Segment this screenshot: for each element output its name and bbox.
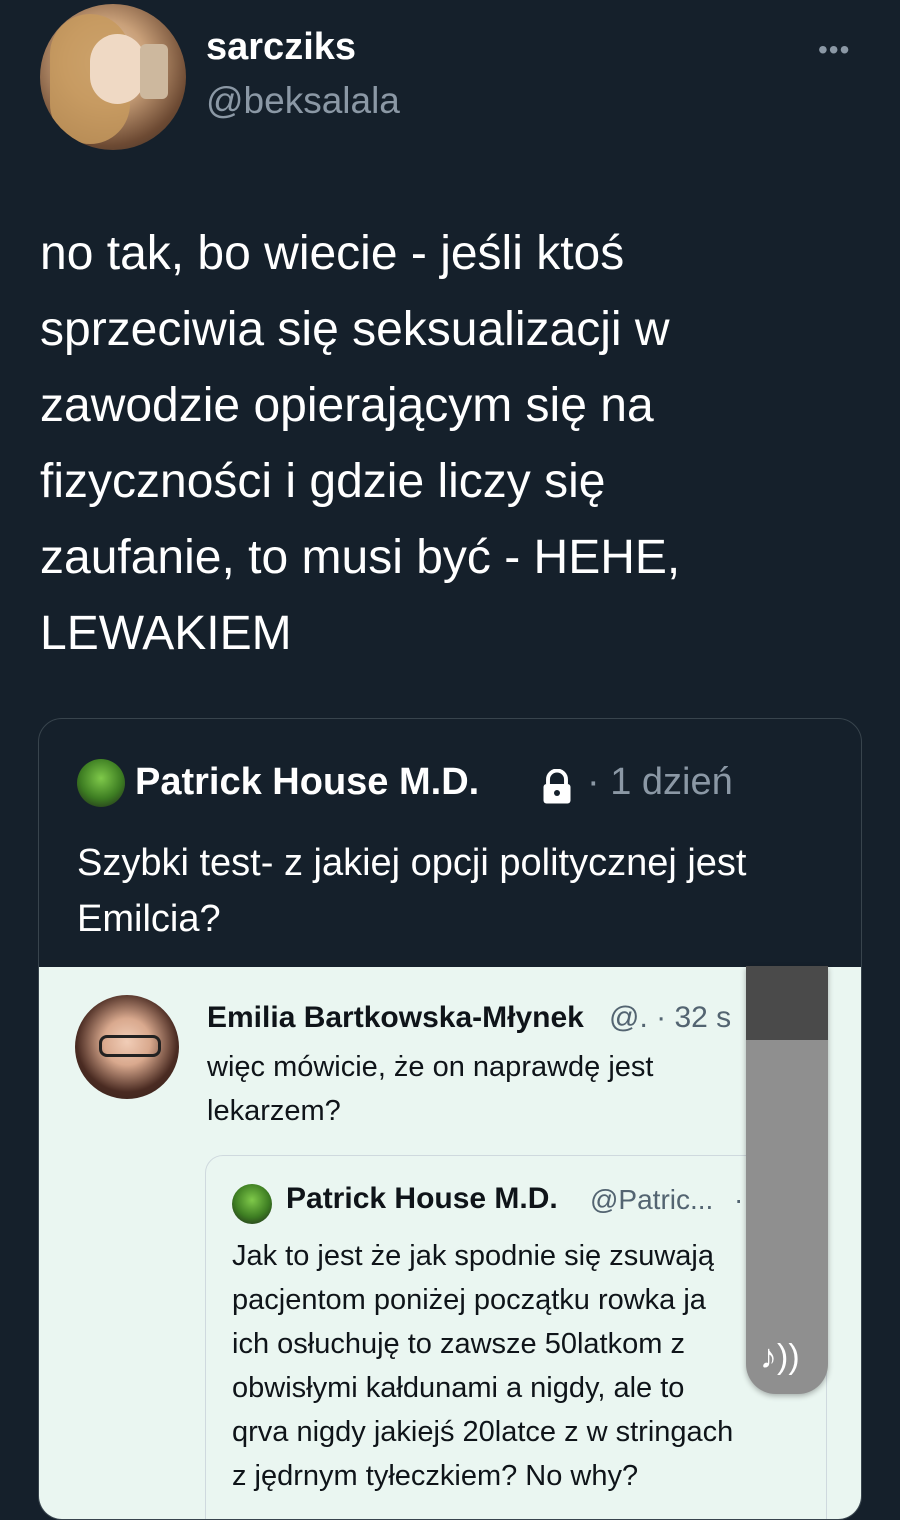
inner-tweet-text: Jak to jest że jak spodnie się zsuwają p… [232, 1240, 734, 1492]
tweet-text: no tak, bo wiecie - jeśli ktoś sprzeciwi… [40, 227, 681, 660]
embedded-tweet-text: więc mówicie, że on naprawdę jest lekarz… [207, 1051, 654, 1127]
quoted-author-name[interactable]: Patrick House M.D. [135, 761, 479, 804]
more-options-icon[interactable]: ••• [818, 34, 850, 66]
volume-slider-track [746, 966, 828, 1040]
embedded-author-avatar [75, 995, 179, 1099]
quoted-tweet-time[interactable]: · 1 dzień [587, 761, 733, 804]
embedded-author-name: Emilia Bartkowska-Młynek [207, 1001, 584, 1034]
inner-author-handle: @Patric... [590, 1184, 714, 1215]
inner-separator: · [734, 1184, 744, 1215]
quoted-tweet-text: Szybki test- z jakiej opcji politycznej … [77, 842, 747, 940]
author-avatar[interactable] [40, 4, 186, 150]
lock-icon [543, 769, 571, 804]
inner-author-avatar [232, 1184, 272, 1224]
inner-author-name: Patrick House M.D. [286, 1182, 558, 1215]
author-handle[interactable]: @beksalala [206, 80, 400, 122]
sound-icon[interactable]: ♪)) [760, 1338, 800, 1377]
quoted-tweet-card[interactable]: Patrick House M.D. · 1 dzień Szybki test… [38, 718, 862, 1520]
embedded-quoted-tweet: Patrick House M.D. @Patric... · Jak to j… [205, 1155, 827, 1519]
volume-slider[interactable]: ♪)) [746, 966, 828, 1394]
author-display-name[interactable]: sarcziks [206, 26, 356, 69]
embedded-author-handle: @. · 32 s [609, 1001, 732, 1034]
quoted-author-avatar[interactable] [77, 759, 125, 807]
embedded-screenshot[interactable]: Emilia Bartkowska-Młynek @. · 32 s więc … [39, 967, 861, 1519]
